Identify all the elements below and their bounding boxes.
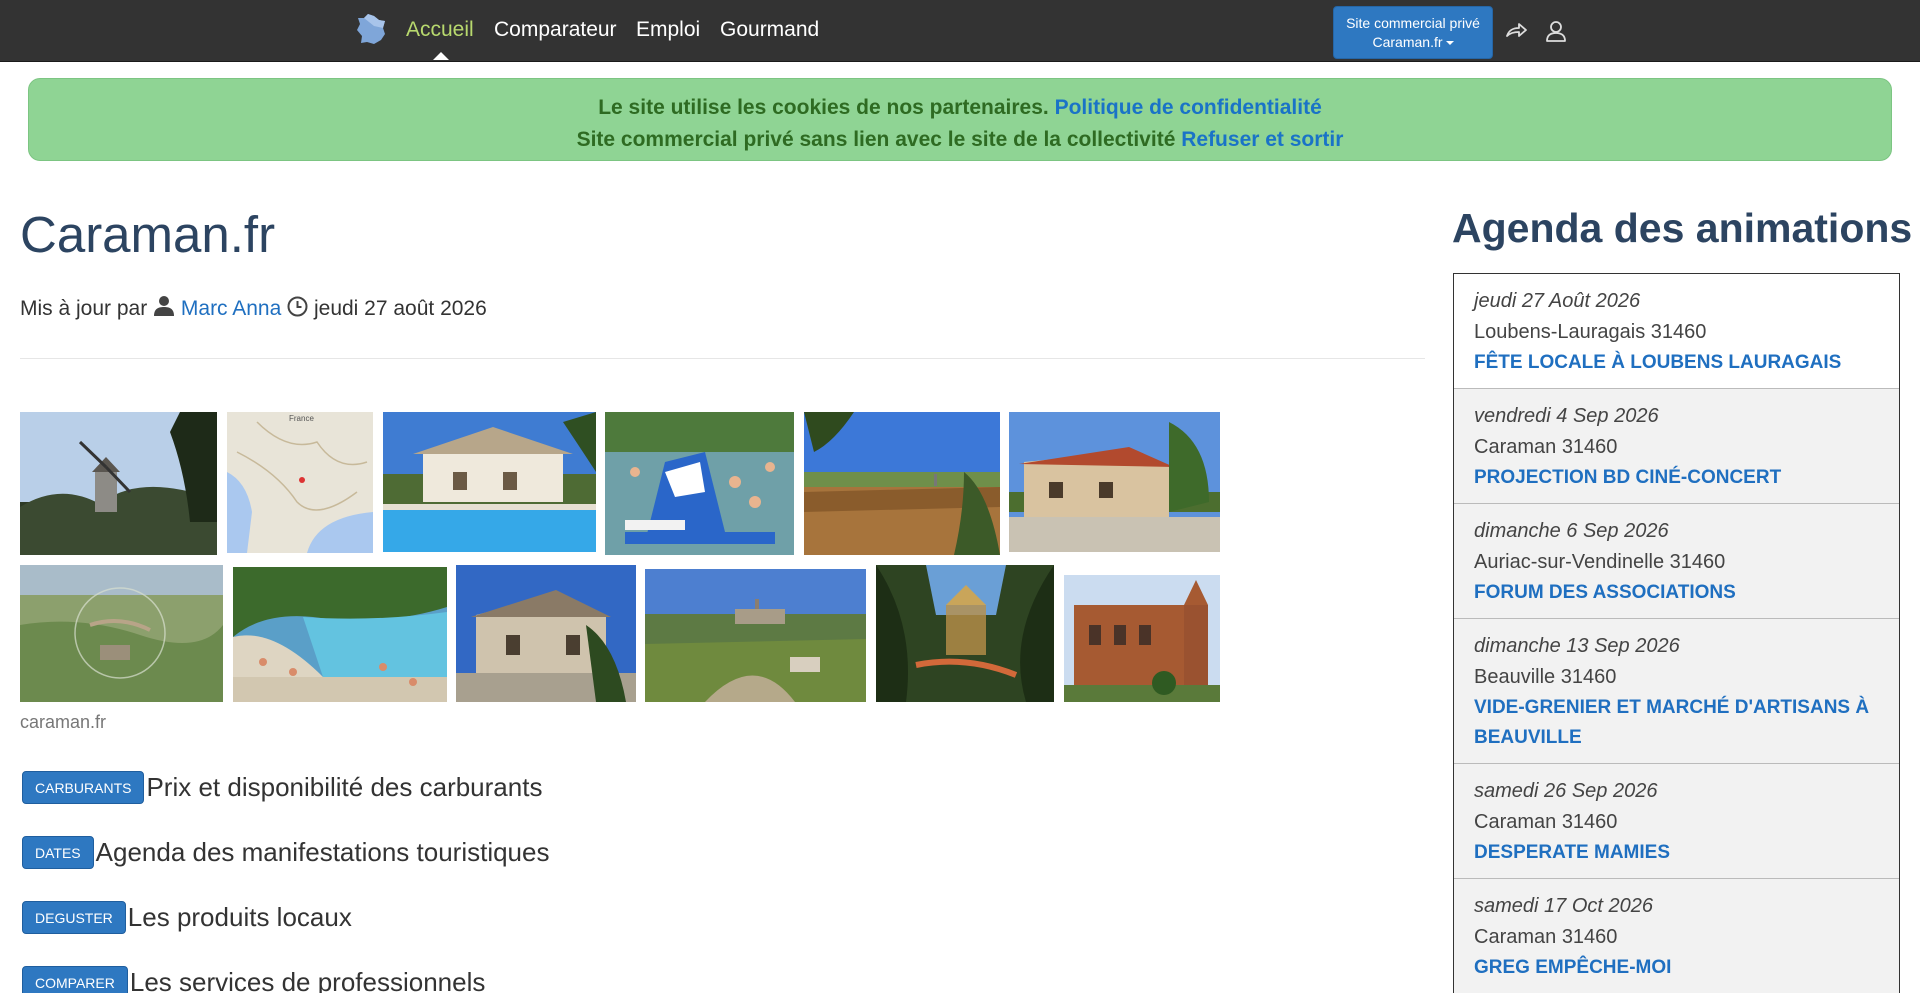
site-button-line2: Caraman.fr (1372, 34, 1443, 50)
category-badge-comparer[interactable]: COMPARER (22, 966, 128, 993)
agenda-place: Caraman 31460 (1474, 811, 1618, 833)
caret-down-icon (1445, 41, 1454, 46)
agenda-date: jeudi 27 Août 2026 (1474, 290, 1641, 312)
agenda-item: dimanche 6 Sep 2026 Auriac-sur-Vendinell… (1454, 504, 1899, 619)
agenda-event-link[interactable]: Vide-grenier et marché d'artisans à Beau… (1474, 693, 1879, 753)
photo-aerial-view[interactable] (20, 565, 223, 702)
nav-link-comparateur[interactable]: Comparateur (494, 18, 617, 42)
photo-lake-beach[interactable] (233, 567, 447, 702)
category-text-carburants[interactable]: Prix et disponibilité des carburants (146, 772, 542, 803)
agenda-item: samedi 26 Sep 2026 Caraman 31460 Despera… (1454, 764, 1899, 879)
person-icon (154, 296, 175, 316)
update-date: jeudi 27 août 2026 (313, 297, 487, 320)
agenda-date: vendredi 4 Sep 2026 (1474, 405, 1659, 427)
agenda-place: Loubens-Lauragais 31460 (1474, 321, 1707, 343)
clock-icon (287, 296, 308, 317)
agenda-item: vendredi 4 Sep 2026 Caraman 31460 Projec… (1454, 389, 1899, 504)
photo-water-park[interactable] (605, 412, 794, 555)
top-navbar: Accueil Comparateur Emploi Gourmand Site… (0, 0, 1920, 62)
privacy-policy-link[interactable]: Politique de confidentialité (1055, 96, 1322, 119)
agenda-place: Caraman 31460 (1474, 436, 1618, 458)
photo-countryside-field[interactable] (804, 412, 1000, 555)
photo-map[interactable]: France (227, 412, 373, 553)
nav-link-emploi[interactable]: Emploi (636, 18, 700, 42)
gallery-caption: caraman.fr (20, 712, 107, 732)
agenda-date: samedi 17 Oct 2026 (1474, 895, 1653, 917)
site-button-line1: Site commercial privé (1346, 15, 1480, 31)
category-badge-dates[interactable]: DATES (22, 836, 94, 869)
agenda-list: jeudi 27 Août 2026 Loubens-Lauragais 314… (1453, 273, 1900, 993)
agenda-item: dimanche 13 Sep 2026 Beauville 31460 Vid… (1454, 619, 1899, 764)
svg-text:France: France (289, 414, 314, 423)
agenda-date: dimanche 6 Sep 2026 (1474, 520, 1669, 542)
cookie-banner: Le site utilise les cookies de nos parte… (28, 78, 1892, 161)
agenda-place: Beauville 31460 (1474, 666, 1617, 688)
category-text-deguster[interactable]: Les produits locaux (128, 902, 352, 933)
active-nav-indicator (433, 52, 449, 60)
photo-stone-house[interactable] (456, 565, 636, 702)
agenda-date: dimanche 13 Sep 2026 (1474, 635, 1680, 657)
user-icon[interactable] (1543, 18, 1569, 44)
agenda-place: Caraman 31460 (1474, 926, 1618, 948)
cookie-text-1: Le site utilise les cookies de nos parte… (598, 96, 1055, 119)
category-row-carburants: CARBURANTS Prix et disponibilité des carb… (22, 771, 542, 804)
update-meta: Mis à jour par Marc Anna jeudi 27 août 2… (20, 295, 487, 321)
category-text-dates[interactable]: Agenda des manifestations touristiques (96, 837, 550, 868)
photo-stone-farmhouse[interactable] (1009, 412, 1220, 552)
agenda-title: Agenda des animations (1452, 205, 1913, 251)
agenda-event-link[interactable]: Fête locale à Loubens Lauragais (1474, 348, 1879, 378)
photo-garden-pavilion[interactable] (876, 565, 1054, 702)
nav-link-accueil[interactable]: Accueil (406, 18, 474, 42)
author-link[interactable]: Marc Anna (181, 297, 281, 320)
cookie-text-2: Site commercial privé sans lien avec le … (576, 128, 1182, 151)
meta-prefix: Mis à jour par (20, 297, 154, 320)
photo-brick-church[interactable] (1064, 575, 1220, 702)
france-map-icon[interactable] (354, 12, 388, 46)
category-text-comparer[interactable]: Les services de professionnels (130, 967, 486, 993)
agenda-event-link[interactable]: Greg empêche-moi (1474, 953, 1879, 983)
refuse-and-exit-link[interactable]: Refuser et sortir (1181, 128, 1343, 151)
category-badge-carburants[interactable]: CARBURANTS (22, 771, 145, 804)
agenda-place: Auriac-sur-Vendinelle 31460 (1474, 551, 1726, 573)
agenda-item: jeudi 27 Août 2026 Loubens-Lauragais 314… (1454, 274, 1899, 389)
share-icon[interactable] (1503, 18, 1529, 44)
agenda-item: samedi 17 Oct 2026 Caraman 31460 Greg em… (1454, 879, 1899, 993)
divider (20, 358, 1425, 359)
photo-windmill[interactable] (20, 412, 217, 555)
category-row-dates: DATES Agenda des manifestations touristiq… (22, 836, 549, 869)
page-title: Caraman.fr (20, 206, 276, 263)
category-row-comparer: COMPARER Les services de professionnels (22, 966, 485, 993)
nav-link-gourmand[interactable]: Gourmand (720, 18, 819, 42)
agenda-event-link[interactable]: Projection BD Ciné-Concert (1474, 463, 1879, 493)
agenda-date: samedi 26 Sep 2026 (1474, 780, 1658, 802)
photo-village-hill[interactable] (645, 569, 866, 702)
photo-villa-pool[interactable] (383, 412, 596, 552)
agenda-event-link[interactable]: Desperate Mamies (1474, 838, 1879, 868)
agenda-event-link[interactable]: Forum des associations (1474, 578, 1879, 608)
site-dropdown-button[interactable]: Site commercial privé Caraman.fr (1333, 6, 1493, 59)
category-badge-deguster[interactable]: DEGUSTER (22, 901, 126, 934)
category-row-deguster: DEGUSTER Les produits locaux (22, 901, 352, 934)
